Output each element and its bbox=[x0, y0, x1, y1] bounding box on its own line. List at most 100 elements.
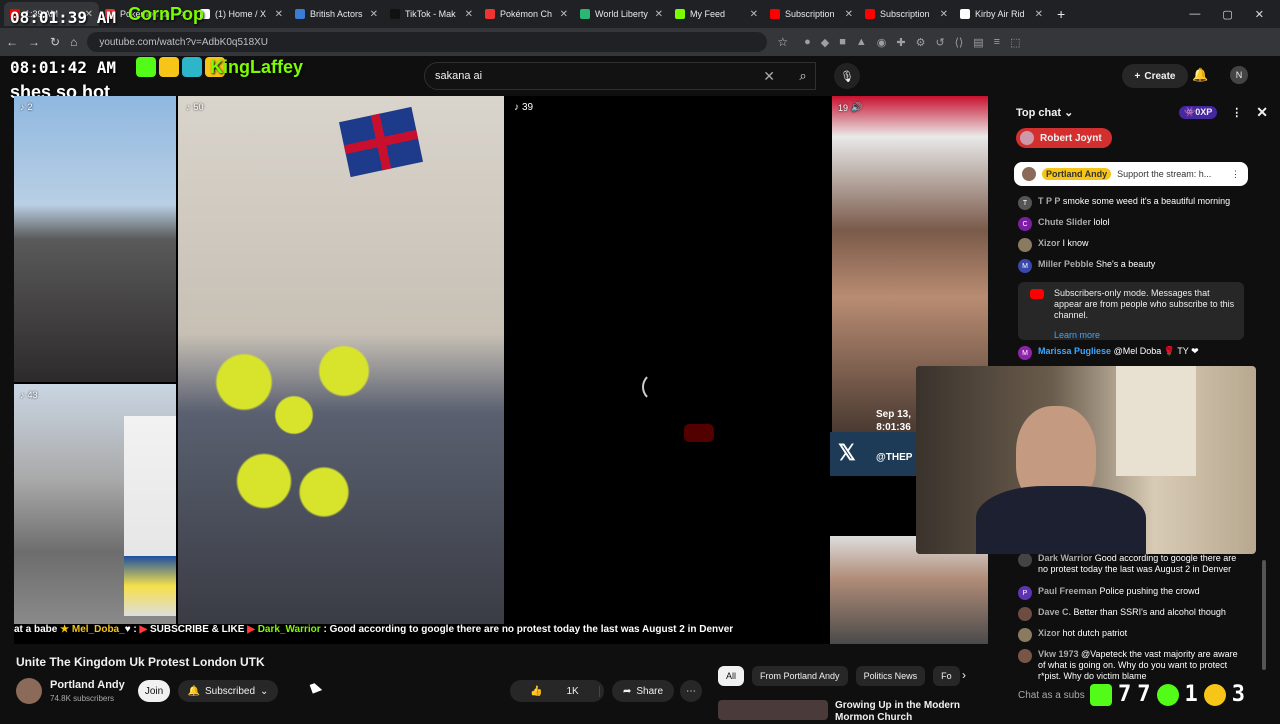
filter-chip[interactable]: From Portland Andy bbox=[752, 666, 848, 686]
create-button[interactable]: + Create bbox=[1122, 64, 1188, 88]
close-tab-icon[interactable]: ✕ bbox=[655, 9, 663, 20]
tab-label: Pokémon Ch bbox=[500, 9, 553, 19]
browser-tab[interactable]: TikTok - Mak ✕ bbox=[384, 2, 479, 26]
notifications-bell-icon[interactable]: 🔔 bbox=[1192, 67, 1208, 83]
kick-number: 7 bbox=[1118, 682, 1132, 707]
like-button[interactable]: 👍 1K bbox=[510, 685, 600, 697]
chevron-right-icon[interactable]: › bbox=[962, 668, 966, 682]
filter-chip[interactable]: Politics News bbox=[855, 666, 926, 686]
pinned-user-chip[interactable]: Robert Joynt bbox=[1016, 128, 1112, 148]
close-tab-icon[interactable]: ✕ bbox=[275, 9, 283, 20]
video-player[interactable]: ♪ 2 ♪ 43 ♪ 50 ♪ 39 19 🔊 Sep 13, 8:01:36 𝕏 @THEP… bbox=[14, 96, 988, 644]
account-avatar[interactable]: N bbox=[1230, 66, 1248, 84]
more-actions-button[interactable]: ⋯ bbox=[680, 680, 702, 702]
more-vert-icon[interactable]: ⋮ bbox=[1231, 169, 1240, 180]
extension-icon[interactable]: ✚ bbox=[896, 36, 905, 49]
subscribed-button[interactable]: 🔔 Subscribed ⌄ bbox=[178, 680, 278, 702]
chat-message: M Marissa Pugliese @Mel Doba 🌹 TY ❤ bbox=[1018, 346, 1238, 360]
tab-label: British Actors bbox=[310, 9, 363, 19]
close-tab-icon[interactable]: ✕ bbox=[1035, 9, 1043, 20]
voice-search-button[interactable]: 🎙 bbox=[834, 63, 860, 89]
close-window-icon[interactable]: ✕ bbox=[1255, 8, 1264, 21]
chat-message: Xizor hot dutch patriot bbox=[1018, 628, 1238, 642]
tiktok-count: ♪ 2 bbox=[20, 102, 33, 112]
channel-name[interactable]: Portland Andy bbox=[50, 679, 125, 691]
subscriber-count: 74.8K subscribers bbox=[50, 694, 115, 703]
scroll-thumb[interactable] bbox=[1262, 560, 1266, 670]
home-icon[interactable]: ⌂ bbox=[70, 35, 77, 49]
extension-icon[interactable]: ≡ bbox=[994, 36, 1000, 49]
browser-tab[interactable]: World Liberty ✕ bbox=[574, 2, 669, 26]
reload-icon[interactable]: ↻ bbox=[50, 35, 60, 49]
bookmark-star-icon[interactable]: ☆ bbox=[777, 35, 788, 49]
chat-message: P Paul Freeman Police pushing the crowd bbox=[1018, 586, 1238, 600]
avatar: M bbox=[1018, 346, 1032, 360]
chat-header: Top chat ⌄ 👾0XP ⋮ ✕ bbox=[1004, 96, 1280, 128]
ticker-segment: ★ Mel_Doba_ bbox=[60, 624, 125, 635]
recommendation-thumbnail[interactable] bbox=[718, 700, 828, 720]
chat-input[interactable]: Chat as a subs bbox=[1018, 690, 1085, 701]
recommendation-title[interactable]: Growing Up in the Modern Mormon Church bbox=[835, 700, 975, 724]
close-tab-icon[interactable]: ✕ bbox=[940, 9, 948, 20]
extension-icon[interactable]: ⬚ bbox=[1010, 36, 1020, 49]
top-chat-dropdown[interactable]: Top chat ⌄ bbox=[1016, 106, 1073, 119]
close-tab-icon[interactable]: ✕ bbox=[750, 9, 758, 20]
extension-icon[interactable]: ▤ bbox=[973, 36, 983, 49]
extension-icon[interactable]: ◆ bbox=[821, 36, 829, 49]
chat-author: T P P bbox=[1038, 196, 1061, 206]
points-badge[interactable]: 👾0XP bbox=[1179, 105, 1218, 119]
close-tab-icon[interactable]: ✕ bbox=[560, 9, 568, 20]
close-tab-icon[interactable]: ✕ bbox=[370, 9, 378, 20]
extension-icon[interactable]: ⟨⟩ bbox=[955, 36, 964, 49]
chat-message: C Chute Slider lolol bbox=[1018, 217, 1238, 231]
back-icon[interactable]: ← bbox=[6, 35, 18, 49]
more-vert-icon[interactable]: ⋮ bbox=[1231, 106, 1242, 119]
subscribers-only-notice: Subscribers-only mode. Messages that app… bbox=[1018, 282, 1244, 340]
share-button[interactable]: ➦ Share bbox=[612, 680, 674, 702]
close-icon[interactable]: ✕ bbox=[1256, 104, 1268, 121]
ticker-segment: ♥ : bbox=[124, 624, 140, 635]
maximize-icon[interactable]: ▢ bbox=[1222, 8, 1232, 21]
learn-more-link[interactable]: Learn more bbox=[1054, 330, 1236, 341]
pinned-message[interactable]: Portland Andy Support the stream: h... ⋮ bbox=[1014, 162, 1248, 186]
browser-tab[interactable]: Subscription ✕ bbox=[764, 2, 859, 26]
tiktok-count: ♪ 50 bbox=[186, 102, 204, 112]
channel-avatar[interactable] bbox=[16, 678, 42, 704]
chat-text: lolol bbox=[1093, 217, 1110, 227]
forward-icon[interactable]: → bbox=[28, 35, 40, 49]
ticker-segment: ▶ bbox=[247, 624, 258, 635]
pinned-author: Portland Andy bbox=[1042, 168, 1112, 180]
browser-tab[interactable]: British Actors ✕ bbox=[289, 2, 384, 26]
chat-scrollbar[interactable] bbox=[1262, 160, 1266, 680]
extension-icon[interactable]: ▲ bbox=[856, 36, 867, 49]
address-bar[interactable]: youtube.com/watch?v=AdbK0q518XU bbox=[87, 32, 768, 52]
chat-text: Better than SSRI's and alcohol though bbox=[1073, 607, 1226, 617]
browser-tab[interactable]: Subscription ✕ bbox=[859, 2, 954, 26]
minimize-icon[interactable]: — bbox=[1189, 8, 1200, 21]
tab-label: Kirby Air Rid bbox=[975, 9, 1025, 19]
overlay-ticker: at a babe ★ Mel_Doba_♥ : ▶ SUBSCRIBE & L… bbox=[14, 624, 830, 638]
close-tab-icon[interactable]: ✕ bbox=[465, 9, 473, 20]
kick-overlay-bar: 7 7 1 3 bbox=[1090, 682, 1245, 707]
join-button[interactable]: Join bbox=[138, 680, 170, 702]
search-button[interactable]: ⌕ bbox=[786, 62, 820, 90]
ticker-segment: SUBSCRIBE & LIKE bbox=[149, 624, 248, 635]
filter-chip[interactable]: Fo bbox=[933, 666, 960, 686]
new-tab-button[interactable]: + bbox=[1049, 6, 1073, 22]
browser-tab[interactable]: Kirby Air Rid ✕ bbox=[954, 2, 1049, 26]
tab-favicon-icon bbox=[390, 9, 400, 19]
filter-chip[interactable]: All bbox=[718, 666, 745, 686]
browser-tab[interactable]: My Feed ✕ bbox=[669, 2, 764, 26]
search-input[interactable]: sakana ai ✕ bbox=[424, 62, 816, 90]
browser-tab[interactable]: Pokémon Ch ✕ bbox=[479, 2, 574, 26]
mic-icon: 🎙 bbox=[840, 70, 854, 83]
clear-search-icon[interactable]: ✕ bbox=[763, 68, 775, 85]
extension-icon[interactable]: ■ bbox=[839, 36, 846, 49]
extension-icon[interactable]: ◉ bbox=[877, 36, 887, 49]
chevron-down-icon: ⌄ bbox=[260, 685, 269, 697]
extension-icon[interactable]: ↺ bbox=[935, 36, 944, 49]
close-tab-icon[interactable]: ✕ bbox=[845, 9, 853, 20]
extension-icon[interactable]: ⚙ bbox=[916, 36, 926, 49]
extension-icon[interactable]: ● bbox=[804, 36, 811, 49]
browser-tab[interactable]: (1) Home / X ✕ bbox=[194, 2, 289, 26]
